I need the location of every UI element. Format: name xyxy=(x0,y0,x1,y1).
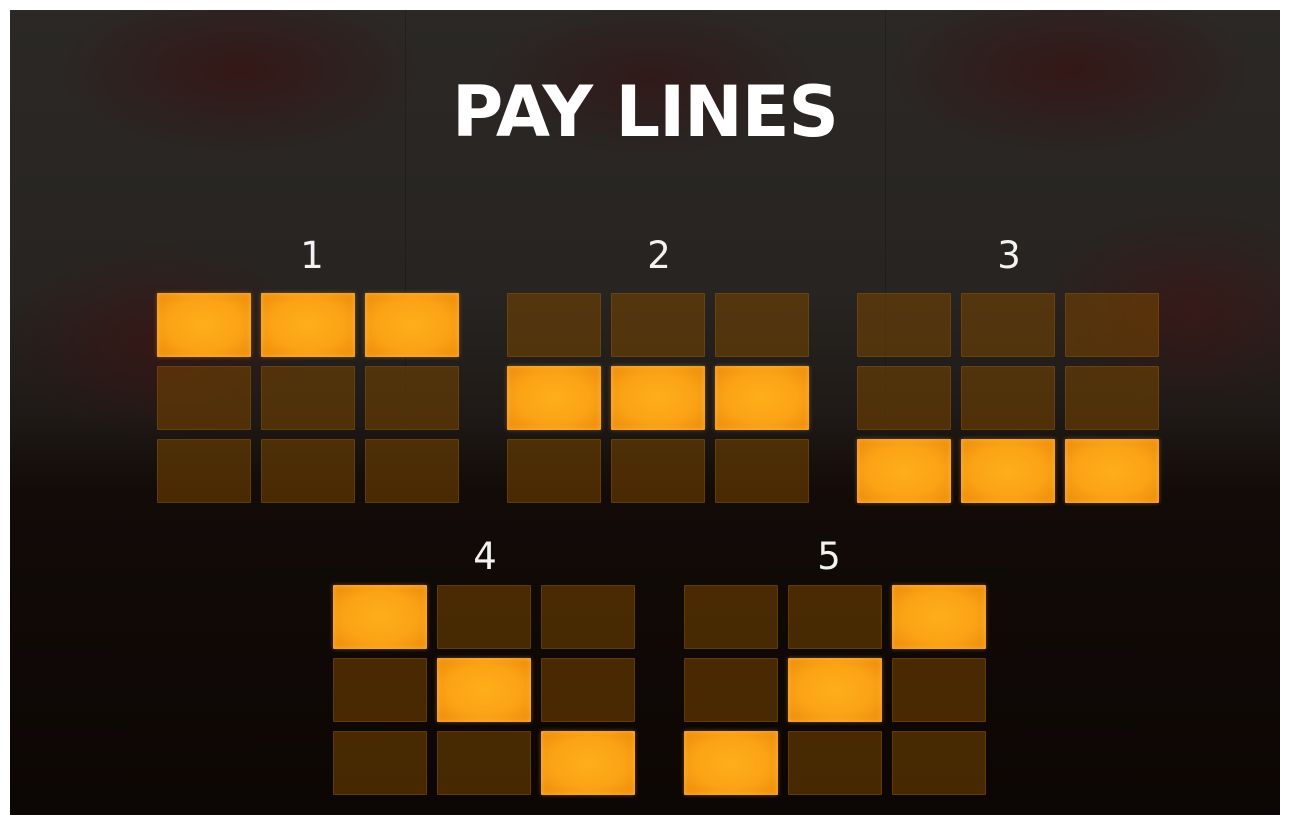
payline-cell-lit xyxy=(437,658,531,722)
payline-cell xyxy=(611,439,705,503)
payline-cell xyxy=(507,439,601,503)
payline-cell xyxy=(1065,293,1159,357)
payline-number-5: 5 xyxy=(817,535,841,578)
payline-cell xyxy=(857,366,951,430)
payline-cell xyxy=(611,293,705,357)
payline-cell-lit xyxy=(157,293,251,357)
payline-cell xyxy=(961,293,1055,357)
payline-cell xyxy=(715,439,809,503)
payline-cell-lit xyxy=(684,731,778,795)
payline-grid-4 xyxy=(333,585,637,795)
paytable-screen: PAY LINES 1 2 3 4 5 xyxy=(10,10,1280,815)
payline-number-2: 2 xyxy=(647,234,671,277)
payline-cell-lit xyxy=(507,366,601,430)
payline-cell xyxy=(788,585,882,649)
payline-cell xyxy=(857,293,951,357)
payline-grid-3 xyxy=(857,293,1161,503)
payline-cell-lit xyxy=(333,585,427,649)
payline-cell xyxy=(788,731,882,795)
payline-grid-5 xyxy=(684,585,988,795)
payline-cell xyxy=(365,366,459,430)
payline-cell xyxy=(157,439,251,503)
payline-cell-lit xyxy=(857,439,951,503)
payline-grid-2 xyxy=(507,293,811,503)
payline-cell-lit xyxy=(1065,439,1159,503)
payline-cell xyxy=(437,731,531,795)
payline-cell xyxy=(961,366,1055,430)
payline-cell xyxy=(1065,366,1159,430)
payline-cell-lit xyxy=(715,366,809,430)
payline-cell xyxy=(541,658,635,722)
payline-cell xyxy=(365,439,459,503)
page-title: PAY LINES xyxy=(452,71,839,153)
payline-cell-lit xyxy=(365,293,459,357)
payline-cell-lit xyxy=(541,731,635,795)
payline-cell xyxy=(157,366,251,430)
payline-cell-lit xyxy=(788,658,882,722)
payline-cell xyxy=(507,293,601,357)
payline-number-4: 4 xyxy=(473,535,497,578)
payline-number-3: 3 xyxy=(997,234,1021,277)
payline-cell xyxy=(715,293,809,357)
payline-cell xyxy=(684,658,778,722)
payline-cell xyxy=(261,366,355,430)
payline-cell xyxy=(684,585,778,649)
payline-cell xyxy=(333,731,427,795)
payline-cell xyxy=(892,658,986,722)
payline-number-1: 1 xyxy=(300,234,324,277)
payline-cell xyxy=(892,731,986,795)
payline-cell-lit xyxy=(961,439,1055,503)
payline-cell-lit xyxy=(611,366,705,430)
payline-cell xyxy=(437,585,531,649)
payline-cell-lit xyxy=(892,585,986,649)
payline-cell xyxy=(541,585,635,649)
payline-cell xyxy=(333,658,427,722)
payline-grid-1 xyxy=(157,293,461,503)
payline-cell xyxy=(261,439,355,503)
payline-cell-lit xyxy=(261,293,355,357)
